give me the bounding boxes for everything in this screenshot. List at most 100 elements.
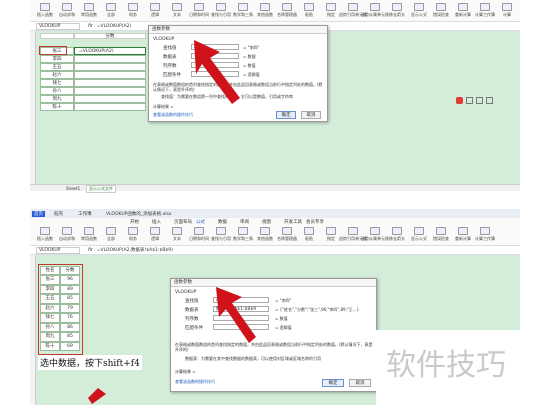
toolbar-label: 财务 — [129, 12, 137, 17]
name-cell[interactable]: 钱七 — [40, 79, 74, 87]
toolbar-button[interactable]: 财务 — [122, 3, 144, 18]
name-cell[interactable]: 周九 — [40, 95, 74, 103]
toolbar-button[interactable]: 粘贴 — [298, 3, 320, 18]
top-selected-name-cell[interactable] — [39, 46, 67, 55]
menu-item[interactable]: 插入 — [152, 219, 161, 225]
side-toolbar-icons[interactable] — [456, 97, 516, 105]
score-cell[interactable] — [74, 79, 146, 87]
sheet-tab[interactable]: Sheet1 — [66, 186, 80, 191]
bottom-row-header — [30, 255, 36, 405]
toolbar-button[interactable]: 重新计算 — [452, 227, 474, 242]
app-tab[interactable]: 首页 — [32, 211, 45, 217]
toolbar-button[interactable]: 粘贴 — [298, 227, 320, 242]
toolbar-icon — [436, 3, 446, 11]
toolbar-button[interactable]: 日期和时间 — [188, 3, 210, 18]
toolbar-button[interactable]: 追踪从属单元格 — [361, 227, 389, 242]
menu-item[interactable]: 页面布局 — [174, 219, 192, 225]
toolbar-button[interactable]: 全部 — [100, 227, 122, 242]
toolbar-button[interactable]: 财务 — [122, 227, 144, 242]
app-tab[interactable]: 稻壳 — [54, 211, 63, 217]
toolbar-button[interactable]: 自动求和 — [56, 227, 78, 242]
toolbar-button[interactable]: 逻辑 — [144, 227, 166, 242]
cancel-button[interactable]: 取消 — [301, 111, 321, 119]
name-cell[interactable]: 李四 — [40, 55, 74, 63]
toolbar-icon — [172, 227, 182, 235]
menu-item[interactable]: 视图 — [262, 219, 271, 225]
app-tab[interactable]: VLOOKUP函数的_添加表格.xlsx — [106, 211, 171, 217]
toolbar-button[interactable]: 追踪从属单元格 — [361, 3, 389, 18]
selected-range[interactable] — [38, 264, 83, 355]
toolbar-button[interactable]: 名称管理器 — [276, 3, 298, 18]
top-formula-input[interactable]: =VLOOKUP(A2) — [97, 24, 132, 29]
name-cell[interactable]: 孙八 — [40, 87, 74, 95]
fx-icon[interactable]: fx — [88, 247, 93, 253]
bottom-formula-input[interactable]: =VLOOKUP(A2,数据表!$A$1:$B$9) — [97, 247, 173, 253]
toolbar-button[interactable]: 计算工作簿 — [474, 227, 496, 242]
toolbar-button[interactable]: 插入函数 — [34, 3, 56, 18]
toolbar-icon — [106, 227, 116, 235]
top-sheet-area[interactable]: 分数 张三 李四 王五 赵六 钱七 孙八 周九 陈十 =VLOOKUP(A2) 函数参数 VL… — [30, 25, 520, 184]
arg-result: = 数值 — [275, 316, 288, 321]
toolbar-button[interactable]: 名称管理器 — [276, 227, 298, 242]
name-cell[interactable]: 赵六 — [40, 71, 74, 79]
wps-s-icon[interactable] — [456, 97, 463, 104]
name-cell[interactable]: 王五 — [40, 63, 74, 71]
dialog-help-link[interactable]: 查看该函数的操作技巧 — [175, 379, 215, 385]
toolbar-button[interactable]: 重新计算 — [452, 3, 474, 18]
toolbar-button[interactable]: 查找与引用 — [210, 3, 232, 18]
top-name-box[interactable]: VLOOKUP — [36, 22, 80, 30]
toolbar-button[interactable]: 插入函数 — [34, 227, 56, 242]
menu-item[interactable]: 数据 — [218, 219, 227, 225]
name-cell[interactable]: 陈十 — [40, 103, 74, 111]
toolbar-button[interactable]: 移去箭头 — [386, 227, 408, 242]
ok-button[interactable]: 确定 — [276, 111, 296, 119]
bottom-name-box[interactable]: VLOOKUP — [36, 246, 80, 254]
score-cell[interactable] — [74, 87, 146, 95]
top-active-cell[interactable]: =VLOOKUP(A2) — [74, 47, 146, 55]
tool-icon[interactable] — [466, 97, 473, 104]
score-cell[interactable] — [74, 103, 146, 111]
fx-icon[interactable]: fx — [88, 23, 93, 29]
toolbar-button[interactable]: 日期和时间 — [188, 227, 210, 242]
toolbar-button[interactable]: 常用函数 — [78, 227, 100, 242]
menu-item[interactable]: 公式 — [196, 219, 205, 225]
arg-result: = "李四" — [275, 298, 292, 303]
toolbar-button[interactable]: 显示公式 — [408, 227, 430, 242]
score-cell[interactable] — [74, 95, 146, 103]
toolbar-button[interactable]: 错误检查 — [430, 227, 452, 242]
toolbar-button[interactable]: 其他函数 — [254, 3, 276, 18]
toolbar-button[interactable]: 移去箭头 — [386, 3, 408, 18]
toolbar-button[interactable]: 计算 — [496, 3, 518, 18]
toolbar-button[interactable]: 显示公式 — [408, 3, 430, 18]
score-cell[interactable] — [74, 55, 146, 63]
toolbar-button[interactable]: 错误检查 — [430, 3, 452, 18]
app-tab[interactable]: 工作簿 — [78, 211, 92, 217]
menu-item[interactable]: 会员专享 — [306, 219, 324, 225]
toolbar-button[interactable]: 查找与引用 — [210, 227, 232, 242]
arg-label: 数据表 — [185, 308, 199, 313]
menu-item[interactable]: 审阅 — [240, 219, 249, 225]
tool-icon[interactable] — [476, 97, 483, 104]
toolbar-button[interactable]: 数学和三角 — [232, 227, 254, 242]
toolbar-icon — [304, 3, 314, 11]
tool-icon[interactable] — [486, 97, 493, 104]
toolbar-button[interactable]: 数学和三角 — [232, 3, 254, 18]
score-cell[interactable] — [74, 63, 146, 71]
toolbar-label: 自动求和 — [59, 12, 75, 17]
toolbar-button[interactable]: 计算工作簿 — [474, 3, 496, 18]
toolbar-button[interactable]: 全部 — [100, 3, 122, 18]
toolbar-button[interactable]: 自动求和 — [56, 3, 78, 18]
menu-item[interactable]: 开始 — [130, 219, 139, 225]
sheet-tab-active[interactable]: 显示公式文件 — [86, 185, 116, 193]
toolbar-button[interactable]: 逻辑 — [144, 3, 166, 18]
toolbar-button[interactable]: 文本 — [166, 3, 188, 18]
toolbar-button[interactable]: 文本 — [166, 227, 188, 242]
score-cell[interactable] — [74, 71, 146, 79]
toolbar-button[interactable]: 其他函数 — [254, 227, 276, 242]
cancel-button[interactable]: 取消 — [349, 379, 371, 387]
menu-item[interactable]: 开发工具 — [284, 219, 302, 225]
toolbar-button[interactable]: 常用函数 — [78, 3, 100, 18]
toolbar-label: 计算 — [503, 12, 511, 17]
ok-button[interactable]: 确定 — [322, 379, 344, 387]
dialog-help-link[interactable]: 查看该函数的操作技巧 — [153, 112, 193, 118]
